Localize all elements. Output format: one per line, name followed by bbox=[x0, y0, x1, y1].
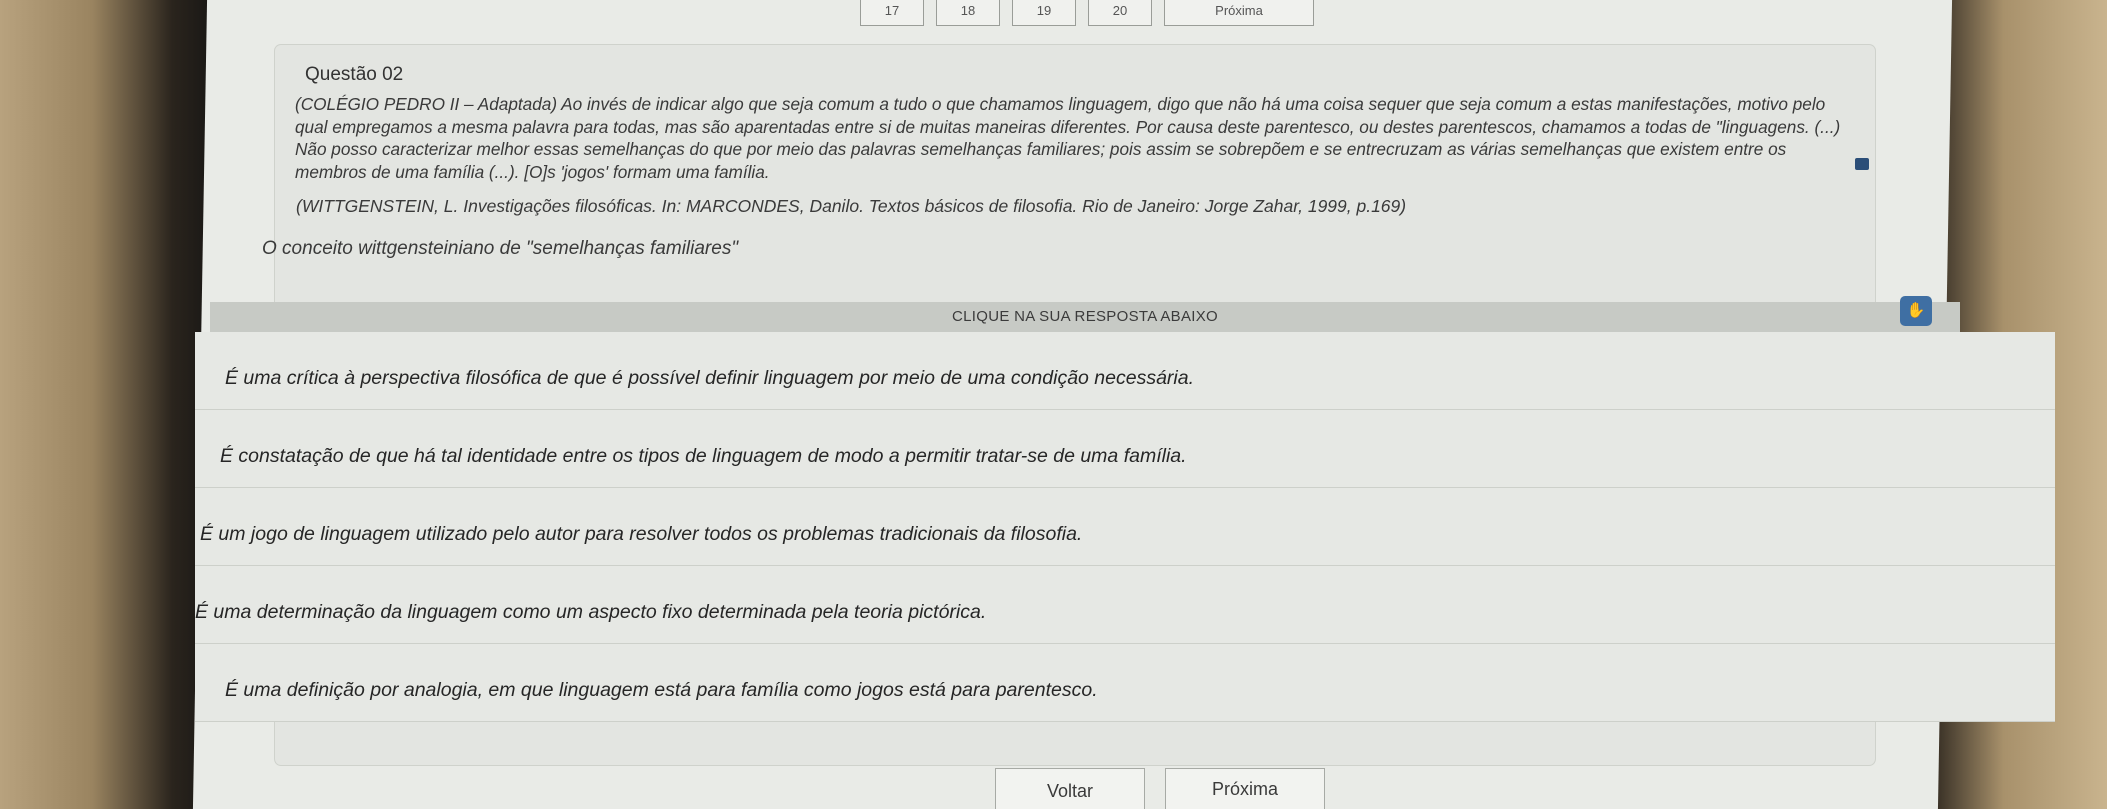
back-button[interactable]: Voltar bbox=[995, 768, 1145, 809]
bottom-navigation: Voltar Próxima bbox=[995, 768, 1345, 809]
next-button[interactable]: Próxima bbox=[1165, 768, 1325, 809]
page-20-button[interactable]: 20 bbox=[1088, 0, 1152, 26]
page-17-button[interactable]: 17 bbox=[860, 0, 924, 26]
answer-option-c[interactable]: É um jogo de linguagem utilizado pelo au… bbox=[195, 488, 2055, 566]
top-next-button[interactable]: Próxima bbox=[1164, 0, 1314, 26]
question-prompt: O conceito wittgensteiniano de "semelhan… bbox=[262, 238, 739, 259]
question-title: Questão 02 bbox=[305, 64, 404, 85]
accessibility-icon[interactable]: ✋ bbox=[1900, 296, 1932, 326]
answer-instruction-bar: CLIQUE NA SUA RESPOSTA ABAIXO bbox=[210, 302, 1960, 332]
top-pagination: 17 18 19 20 Próxima bbox=[860, 0, 1326, 26]
answer-option-a[interactable]: É uma crítica à perspectiva filosófica d… bbox=[195, 332, 2055, 410]
answer-options: É uma crítica à perspectiva filosófica d… bbox=[195, 332, 2055, 722]
page-18-button[interactable]: 18 bbox=[936, 0, 1000, 26]
answer-option-b[interactable]: É constatação de que há tal identidade e… bbox=[195, 410, 2055, 488]
answer-option-d[interactable]: É uma determinação da linguagem como um … bbox=[195, 566, 2055, 644]
side-handle-icon[interactable] bbox=[1855, 158, 1869, 170]
question-citation: (WITTGENSTEIN, L. Investigações filosófi… bbox=[296, 196, 1407, 216]
answer-option-e[interactable]: É uma definição por analogia, em que lin… bbox=[195, 644, 2055, 722]
question-text: (COLÉGIO PEDRO II – Adaptada) Ao invés d… bbox=[295, 94, 1841, 182]
page-19-button[interactable]: 19 bbox=[1012, 0, 1076, 26]
